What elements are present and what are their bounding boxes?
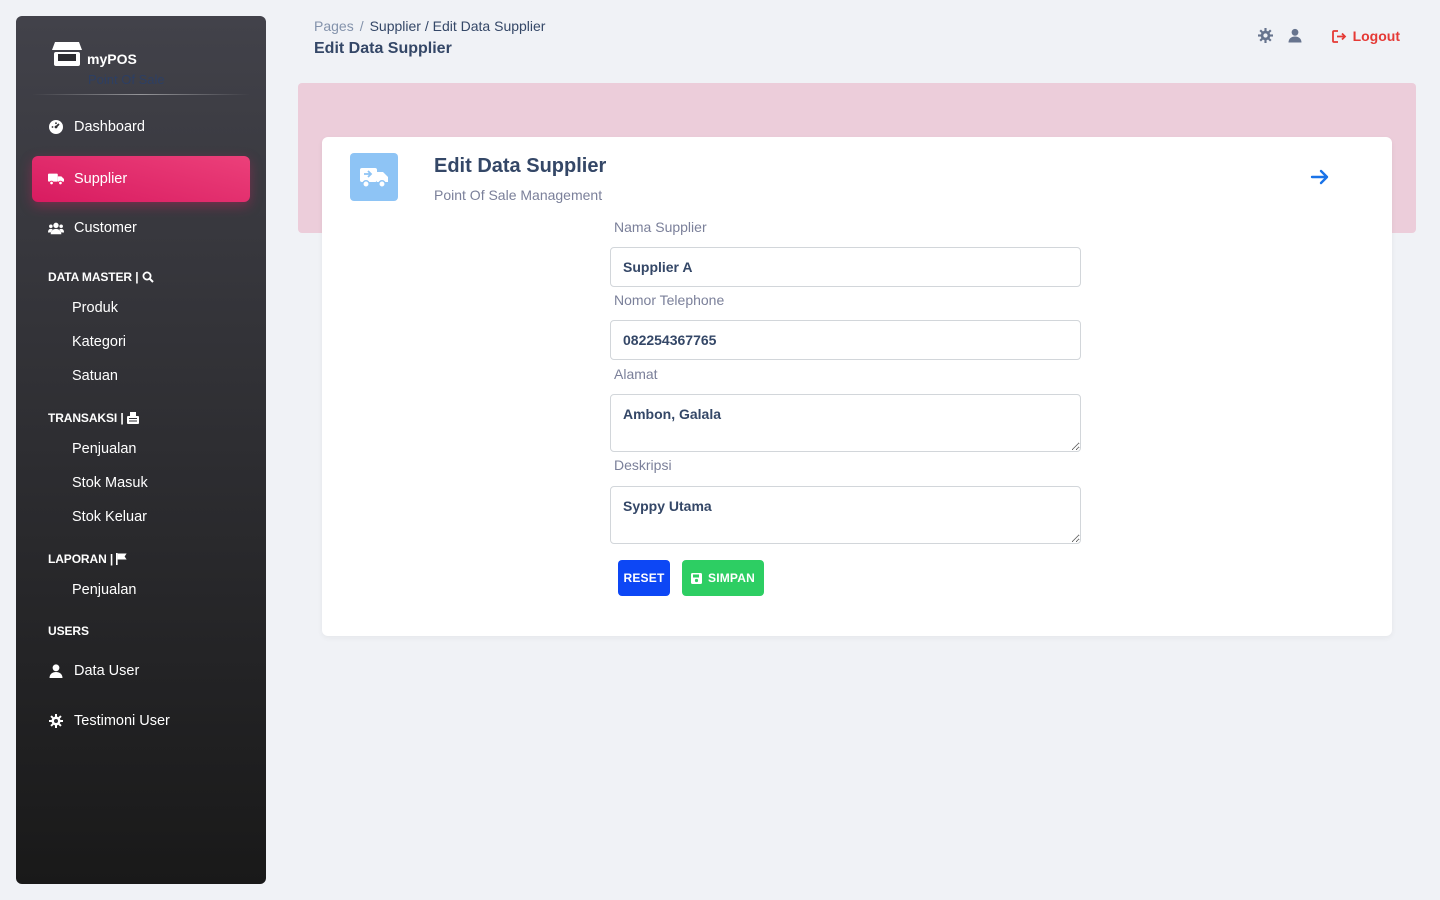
card-subtitle: Point Of Sale Management bbox=[434, 187, 603, 203]
sidebar-item-stok-masuk[interactable]: Stok Masuk bbox=[72, 475, 148, 491]
sidebar-item-stok-keluar[interactable]: Stok Keluar bbox=[72, 509, 147, 525]
alamat-textarea[interactable]: Ambon, Galala bbox=[610, 394, 1081, 452]
breadcrumb-separator: / bbox=[359, 18, 364, 34]
shipping-truck-icon bbox=[360, 168, 388, 188]
nomor-telephone-label: Nomor Telephone bbox=[614, 292, 725, 308]
section-laporan: LAPORAN | bbox=[48, 552, 127, 566]
logout-button[interactable]: Logout bbox=[1331, 28, 1400, 44]
sidebar: myPOS Point Of Sale Dashboard Supplier C… bbox=[16, 16, 266, 884]
gear-icon bbox=[48, 713, 64, 729]
edit-supplier-card: Edit Data Supplier Point Of Sale Managem… bbox=[322, 137, 1392, 636]
brand-name: myPOS bbox=[87, 51, 137, 67]
sidebar-item-label: Dashboard bbox=[74, 119, 145, 135]
nomor-telephone-input[interactable] bbox=[610, 320, 1081, 360]
reset-button-label: RESET bbox=[623, 571, 665, 585]
nama-supplier-label: Nama Supplier bbox=[614, 219, 707, 235]
alamat-label: Alamat bbox=[614, 366, 658, 382]
deskripsi-label: Deskripsi bbox=[614, 457, 672, 473]
sidebar-item-testimoni-user[interactable]: Testimoni User bbox=[32, 698, 250, 744]
sidebar-item-label: Data User bbox=[74, 663, 140, 679]
sidebar-item-produk[interactable]: Produk bbox=[72, 300, 118, 316]
sidebar-item-penjualan[interactable]: Penjualan bbox=[72, 441, 137, 457]
breadcrumb-current: Supplier / Edit Data Supplier bbox=[369, 18, 546, 34]
profile-user-icon[interactable] bbox=[1288, 28, 1304, 44]
brand-subtitle: Point Of Sale bbox=[88, 72, 165, 87]
sidebar-item-label: Customer bbox=[74, 220, 137, 236]
section-users: USERS bbox=[48, 624, 89, 638]
logout-label: Logout bbox=[1352, 28, 1400, 44]
settings-gear-icon[interactable] bbox=[1257, 28, 1274, 44]
flag-icon bbox=[116, 553, 127, 565]
brand[interactable]: myPOS Point Of Sale bbox=[52, 38, 252, 94]
arrow-right-icon[interactable] bbox=[1310, 167, 1330, 187]
section-transaksi: TRANSAKSI | bbox=[48, 411, 139, 425]
sidebar-item-data-user[interactable]: Data User bbox=[32, 648, 250, 694]
truck-icon bbox=[48, 171, 64, 187]
floppy-disk-icon bbox=[691, 572, 702, 584]
sidebar-item-satuan[interactable]: Satuan bbox=[72, 368, 118, 384]
store-icon bbox=[52, 42, 82, 66]
section-data-master: DATA MASTER | bbox=[48, 270, 154, 284]
user-icon bbox=[48, 663, 64, 679]
deskripsi-textarea[interactable]: Syppy Utama bbox=[610, 486, 1081, 544]
save-button[interactable]: SIMPAN bbox=[682, 560, 764, 596]
users-icon bbox=[48, 220, 64, 236]
card-icon bbox=[350, 153, 398, 201]
page-title: Edit Data Supplier bbox=[314, 40, 452, 57]
nama-supplier-input[interactable] bbox=[610, 247, 1081, 287]
save-button-label: SIMPAN bbox=[708, 571, 755, 585]
breadcrumb: Pages / Supplier / Edit Data Supplier bbox=[314, 18, 545, 34]
top-actions: Logout bbox=[1257, 28, 1400, 44]
sidebar-item-kategori[interactable]: Kategori bbox=[72, 334, 126, 350]
sidebar-item-label: Supplier bbox=[74, 171, 128, 187]
sidebar-item-label: Testimoni User bbox=[74, 713, 170, 729]
breadcrumb-root[interactable]: Pages bbox=[314, 18, 354, 34]
sidebar-item-customer[interactable]: Customer bbox=[32, 205, 250, 251]
reset-button[interactable]: RESET bbox=[618, 560, 670, 596]
dashboard-icon bbox=[48, 119, 64, 135]
sidebar-item-laporan-penjualan[interactable]: Penjualan bbox=[72, 582, 137, 598]
sidebar-divider bbox=[32, 94, 250, 95]
logout-icon bbox=[1331, 29, 1346, 43]
sidebar-item-dashboard[interactable]: Dashboard bbox=[32, 104, 250, 150]
fax-icon bbox=[126, 412, 139, 424]
card-title: Edit Data Supplier bbox=[434, 155, 607, 177]
search-icon bbox=[142, 271, 154, 283]
sidebar-item-supplier[interactable]: Supplier bbox=[32, 156, 250, 202]
